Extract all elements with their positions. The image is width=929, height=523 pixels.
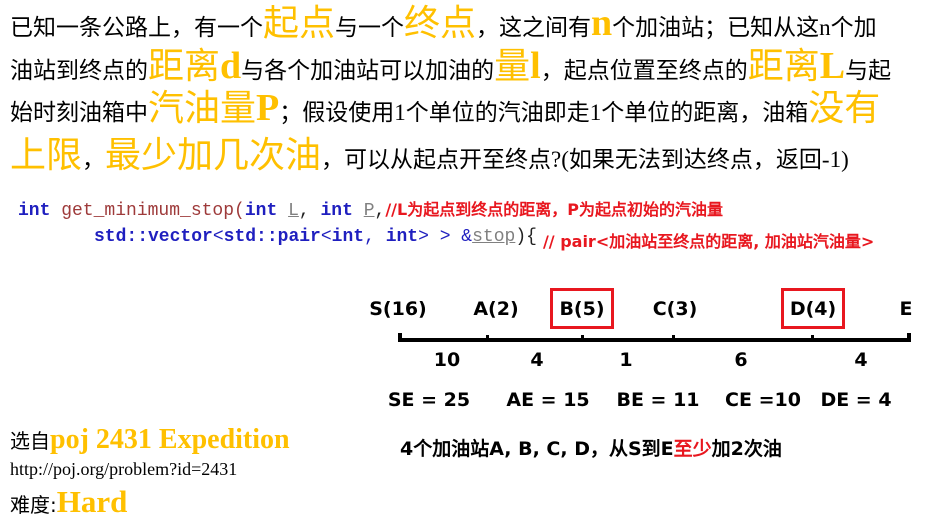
segment-distance-SA: 10 — [433, 349, 461, 371]
code-param-P: P — [363, 201, 375, 221]
axis-tick-C — [672, 335, 675, 341]
code-punct: , — [364, 227, 386, 247]
intro-text: ?( — [551, 147, 569, 172]
intro-line-2: 油站到终点的 距离 d 与各个加油站可以加油的 量 l ，起点位置至终点的 距离… — [10, 44, 891, 88]
intro-line-3: 始时刻油箱中 汽油量 P ；假设使用 1 个单位的汽油即走 1 个单位的距离，油… — [10, 86, 880, 130]
code-keyword: int — [320, 201, 353, 221]
code-punct: , — [298, 201, 321, 221]
code-punct: ){ — [515, 227, 537, 247]
number-text: 1 — [394, 100, 406, 125]
source-prefix: 选自 — [10, 429, 50, 453]
diagram-conclusion: 4个加油站A, B, C, D，从S到E 至少 加2次油 — [400, 436, 782, 462]
code-comment: //L为起点到终点的距离，P为起点初始的汽油量 — [385, 200, 723, 219]
station-A: A(2) — [473, 297, 519, 320]
code-type: std::vector — [94, 227, 213, 247]
keyword-fuel-amount: 汽油量 — [148, 88, 257, 129]
source-url-line: http://poj.org/problem?id=2431 — [10, 459, 237, 480]
intro-text: 个单位的距离，油箱 — [601, 100, 809, 126]
distance-CE: CE =10 — [725, 389, 801, 411]
code-punct: < — [320, 227, 332, 247]
keyword-end-point: 终点 — [404, 3, 477, 44]
keyword-distance: 距离 — [148, 46, 221, 87]
intro-text: ，可以从起点开至终点 — [321, 147, 552, 173]
intro-text: 始时刻油箱中 — [10, 100, 148, 126]
conclusion-text: 加2次油 — [711, 438, 782, 460]
keyword-amount: 量 — [494, 46, 531, 87]
segment-distance-AB: 4 — [530, 349, 544, 371]
intro-text: ， — [82, 147, 106, 173]
segment-distance-BC: 1 — [619, 349, 633, 371]
keyword-d: d — [220, 45, 242, 87]
axis-tick-S — [398, 333, 402, 342]
station-S: S(16) — [369, 297, 427, 320]
station-B: B(5) — [550, 288, 614, 329]
keyword-l: l — [530, 45, 541, 87]
difficulty-label: 难度: — [10, 493, 57, 517]
axis-tick-B — [581, 335, 584, 341]
station-C: C(3) — [652, 297, 698, 320]
keyword-minimum-refuels: 最少加几次油 — [105, 135, 322, 176]
code-punct: , — [374, 201, 386, 221]
conclusion-emphasis: 至少 — [673, 438, 712, 460]
distance-AE: AE = 15 — [506, 389, 590, 411]
code-punct: > > & — [418, 227, 473, 247]
segment-distance-CD: 6 — [734, 349, 748, 371]
station-E: E — [899, 297, 913, 320]
distance-DE: DE = 4 — [820, 389, 892, 411]
code-param-stop: stop — [472, 227, 516, 247]
code-function-name: get_minimum_stop( — [50, 201, 245, 221]
intro-line-1: 已知一条公路上，有一个 起点 与一个 终点 ，这之间有 n 个加油站；已知从这 … — [10, 1, 877, 45]
code-comment: // pair<加油站至终点的距离, 加油站汽油量> — [542, 232, 875, 251]
problem-title: poj 2431 Expedition — [50, 424, 290, 455]
difficulty-value: Hard — [56, 484, 128, 519]
keyword-no: 没有 — [808, 88, 881, 129]
distance-SE: SE = 25 — [387, 389, 471, 411]
keyword-distance: 距离 — [747, 46, 820, 87]
difficulty-line: 难度: Hard — [10, 484, 127, 520]
problem-url: http://poj.org/problem?id=2431 — [10, 459, 238, 479]
intro-text: 个单位的汽油即走 — [405, 100, 590, 126]
segment-distance-DE: 4 — [854, 349, 868, 371]
source-line: 选自 poj 2431 Expedition — [10, 424, 290, 456]
distance-BE: BE = 11 — [616, 389, 700, 411]
keyword-limit: 上限 — [10, 135, 83, 176]
keyword-L: L — [819, 45, 846, 87]
code-keyword: int — [244, 201, 278, 221]
axis-tick-E — [907, 333, 911, 342]
keyword-n: n — [591, 2, 613, 44]
code-keyword: int — [331, 227, 365, 247]
axis-tick-A — [486, 335, 489, 341]
intro-text: ；假设使用 — [279, 100, 395, 126]
keyword-start-point: 起点 — [263, 3, 336, 44]
code-punct: < — [212, 227, 224, 247]
number-text: 1 — [589, 100, 602, 125]
conclusion-text: 4个加油站A, B, C, D，从S到E — [400, 438, 674, 460]
intro-line-4: 上限 ， 最少加几次油 ，可以从起点开至终点 ?( 如果无法到达终点，返回 -1… — [10, 134, 849, 178]
code-keyword: int — [18, 201, 51, 221]
intro-text: 如果无法到达终点，返回 — [568, 147, 822, 173]
code-keyword: int — [385, 227, 419, 247]
code-type: std::pair — [223, 227, 321, 247]
code-line-2: std::vector < std::pair < int , int > > … — [94, 224, 874, 251]
axis-tick-D — [811, 335, 814, 341]
code-line-1: int get_minimum_stop( int L , int P , //… — [18, 198, 723, 223]
station-D: D(4) — [781, 288, 845, 329]
keyword-P: P — [256, 87, 280, 129]
intro-text: -1) — [821, 147, 849, 172]
code-param-L: L — [288, 201, 299, 221]
